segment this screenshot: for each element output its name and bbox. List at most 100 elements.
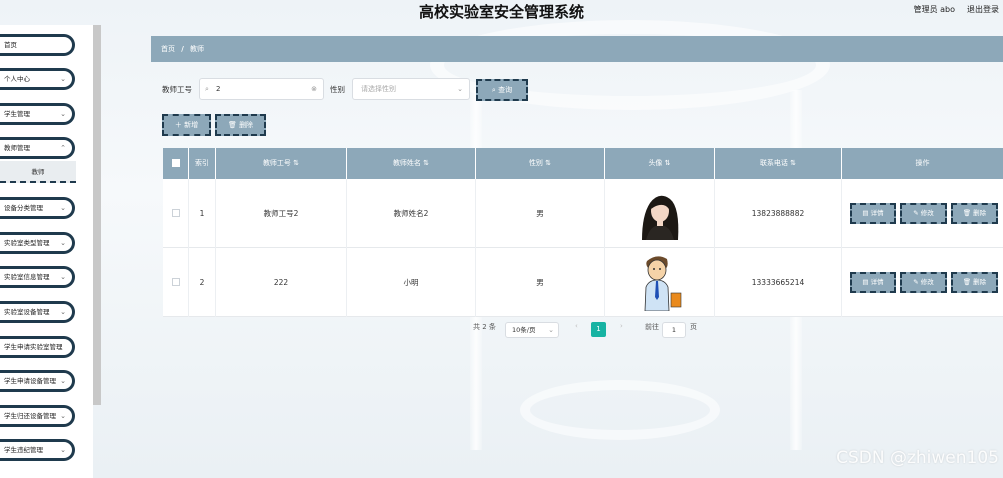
sidebar-item-label: 学生管理: [4, 110, 30, 118]
sort-icon: ⇅: [423, 159, 430, 167]
sidebar-item-personal-center[interactable]: 个人中心 ⌄: [0, 68, 75, 90]
header-avatar[interactable]: 头像 ⇅: [605, 148, 715, 179]
edit-button[interactable]: ✎ 修改: [900, 203, 947, 224]
header-actions: 操作: [915, 159, 930, 167]
sidebar-item-lab-type[interactable]: 实验室类型管理 ⌄: [0, 232, 75, 254]
page-size-select[interactable]: 10条/页 ⌄: [505, 322, 559, 338]
sidebar-item-lab-equipment[interactable]: 实验室设备管理 ⌄: [0, 301, 75, 323]
delete-button-label: 删除: [973, 209, 987, 217]
cell-teacher-name: 小明: [347, 248, 476, 317]
pagination-total: 共 2 条: [473, 323, 496, 331]
query-button-label: 查询: [498, 86, 513, 94]
cell-gender: 男: [476, 248, 605, 317]
select-all-checkbox[interactable]: [172, 159, 180, 167]
sidebar-item-lab-info[interactable]: 实验室信息管理 ⌄: [0, 266, 75, 288]
cell-index: 2: [189, 248, 216, 317]
user-info: 管理员 abo: [913, 5, 955, 14]
chevron-down-icon: ⌄: [60, 110, 66, 118]
header-teacher-name[interactable]: 教师姓名 ⇅: [347, 148, 476, 179]
sidebar-item-label: 学生违纪管理: [4, 446, 43, 454]
teacher-no-input[interactable]: ⌕ 2 ⊗: [199, 78, 324, 100]
sort-icon: ⇅: [790, 159, 797, 167]
delete-button[interactable]: 🗑 删除: [951, 272, 998, 293]
detail-button-label: 详情: [870, 278, 884, 286]
sidebar-item-label: 实验室信息管理: [4, 273, 50, 281]
table-header: 索引 教师工号 ⇅ 教师姓名 ⇅ 性别 ⇅ 头像 ⇅ 联系电话 ⇅ 操作: [163, 148, 1003, 179]
chevron-up-icon: ⌃: [60, 144, 66, 152]
batch-delete-button-label: 删除: [239, 121, 254, 129]
delete-button[interactable]: 🗑 删除: [951, 203, 998, 224]
avatar-cartoon-man[interactable]: [635, 253, 685, 311]
header-phone[interactable]: 联系电话 ⇅: [715, 148, 842, 179]
main-content: 首页 / 教师 教师工号 ⌕ 2 ⊗ 性别 请选择性别 ⌄ ⌕ 查询 ＋ 新增 …: [151, 36, 1003, 478]
sidebar-item-label: 学生申请实验室管理: [4, 343, 63, 351]
delete-button-label: 删除: [973, 278, 987, 286]
cell-phone: 13333665214: [715, 248, 842, 317]
sidebar-item-label: 首页: [4, 41, 17, 49]
row-checkbox[interactable]: [172, 209, 180, 217]
batch-delete-button[interactable]: 🗑 删除: [215, 114, 266, 136]
header-gender-label: 性别: [528, 159, 543, 167]
plus-icon: ＋: [174, 121, 185, 129]
sidebar-item-label: 实验室类型管理: [4, 239, 50, 247]
sidebar-subitem-teacher[interactable]: 教师: [0, 161, 76, 183]
next-page-icon[interactable]: ›: [620, 322, 623, 330]
sidebar-item-student-violation[interactable]: 学生违纪管理 ⌄: [0, 439, 75, 461]
detail-button[interactable]: ▤ 详情: [850, 203, 896, 224]
avatar-woman-photo[interactable]: [632, 185, 687, 240]
table-row: 2 222 小明 男 13333665214 ▤ 详情 ✎ 修改 🗑 删除: [163, 248, 1003, 317]
cell-actions: ▤ 详情 ✎ 修改 🗑 删除: [842, 248, 1003, 317]
detail-button[interactable]: ▤ 详情: [850, 272, 896, 293]
search-icon: ⌕: [205, 85, 209, 93]
cell-teacher-name: 教师姓名2: [347, 179, 476, 248]
sidebar-item-label: 学生归还设备管理: [4, 412, 56, 420]
sort-icon: ⇅: [664, 159, 671, 167]
header-teacher-no[interactable]: 教师工号 ⇅: [216, 148, 347, 179]
sidebar-item-teacher[interactable]: 教师管理 ⌃: [0, 137, 75, 159]
header-index: 索引: [189, 148, 216, 179]
chevron-down-icon: ⌄: [60, 204, 66, 212]
header-avatar-label: 头像: [648, 159, 663, 167]
sidebar-item-label: 个人中心: [4, 75, 30, 83]
row-checkbox[interactable]: [172, 278, 180, 286]
cell-teacher-no: 教师工号2: [216, 179, 347, 248]
cell-avatar: [605, 179, 715, 248]
sidebar-scrollbar[interactable]: [93, 25, 101, 405]
header-gender[interactable]: 性别 ⇅: [476, 148, 605, 179]
add-button[interactable]: ＋ 新增: [162, 114, 211, 136]
gender-select[interactable]: 请选择性别 ⌄: [352, 78, 470, 100]
sidebar-item-equipment-category[interactable]: 设备分类管理 ⌄: [0, 197, 75, 219]
edit-button-label: 修改: [920, 278, 934, 286]
trash-icon: 🗑: [962, 209, 974, 217]
detail-button-label: 详情: [870, 209, 884, 217]
edit-button-label: 修改: [920, 209, 934, 217]
logout-link[interactable]: 退出登录: [967, 4, 1003, 15]
sidebar-item-student-lab-application[interactable]: 学生申请实验室管理: [0, 336, 75, 358]
breadcrumb-home[interactable]: 首页: [161, 45, 175, 53]
sidebar-item-student-equipment-application[interactable]: 学生申请设备管理 ⌄: [0, 370, 75, 392]
page-number-active[interactable]: 1: [591, 322, 606, 337]
sidebar-item-student[interactable]: 学生管理 ⌄: [0, 103, 75, 125]
prev-page-icon[interactable]: ‹: [575, 322, 578, 330]
detail-icon: ▤: [862, 209, 871, 217]
sidebar-item-home[interactable]: 首页: [0, 34, 75, 56]
teacher-no-value: 2: [216, 85, 221, 93]
trash-icon: 🗑: [962, 278, 974, 286]
table-row: 1 教师工号2 教师姓名2 男 13823888882 ▤ 详情 ✎ 修改 🗑 …: [163, 179, 1003, 248]
goto-page-input[interactable]: 1: [662, 322, 686, 338]
clear-icon[interactable]: ⊗: [311, 79, 317, 99]
query-button[interactable]: ⌕ 查询: [476, 79, 528, 101]
chevron-down-icon: ⌄: [548, 326, 554, 334]
goto-label: 前往: [645, 323, 659, 331]
edit-button[interactable]: ✎ 修改: [900, 272, 947, 293]
chevron-down-icon: ⌄: [60, 75, 66, 83]
sidebar-item-student-equipment-return[interactable]: 学生归还设备管理 ⌄: [0, 405, 75, 427]
header-teacher-name-label: 教师姓名: [392, 159, 421, 167]
header-select-all-cell: [163, 148, 189, 179]
sidebar-item-label: 设备分类管理: [4, 204, 43, 212]
header-teacher-no-label: 教师工号: [262, 159, 291, 167]
cell-avatar: [605, 248, 715, 317]
chevron-down-icon: ⌄: [60, 273, 66, 281]
cell-gender: 男: [476, 179, 605, 248]
sidebar-item-label: 学生申请设备管理: [4, 377, 56, 385]
